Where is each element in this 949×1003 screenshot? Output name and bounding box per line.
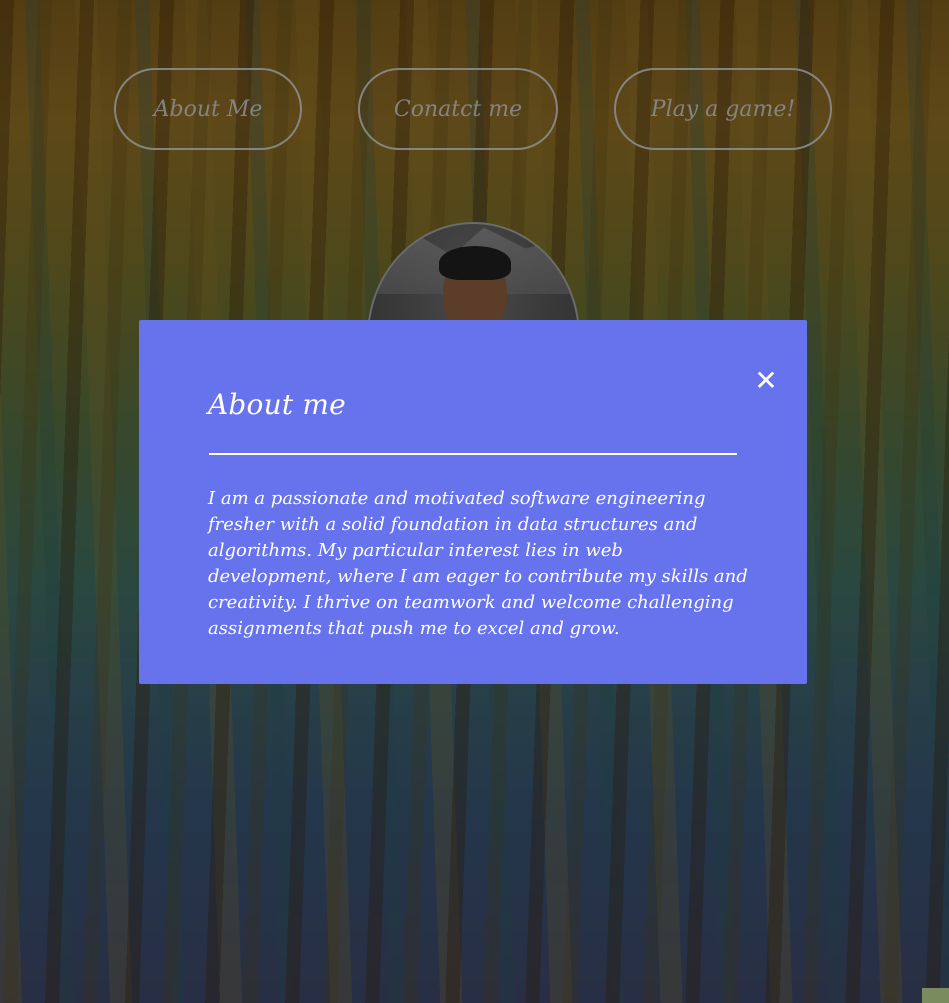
- modal-divider: [209, 453, 737, 455]
- corner-widget: [922, 988, 949, 1003]
- photo-hair: [439, 246, 511, 280]
- about-me-button[interactable]: About Me: [114, 68, 302, 150]
- top-navigation: About Me Conatct me Play a game!: [0, 68, 949, 154]
- contact-me-button[interactable]: Conatct me: [358, 68, 558, 150]
- play-game-button[interactable]: Play a game!: [614, 68, 832, 150]
- modal-body-text: I am a passionate and motivated software…: [208, 488, 748, 639]
- close-icon[interactable]: ✕: [751, 366, 781, 396]
- modal-title: About me: [208, 388, 346, 421]
- about-me-modal: ✕ About me I am a passionate and motivat…: [139, 320, 807, 684]
